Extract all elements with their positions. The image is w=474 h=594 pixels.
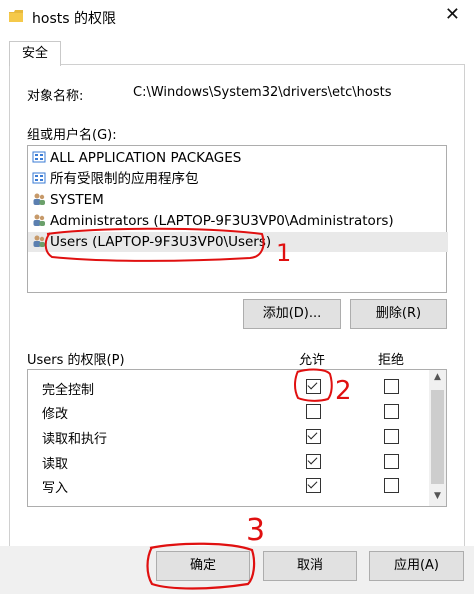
app-package-icon <box>32 151 46 163</box>
deny-checkbox-modify[interactable] <box>384 404 399 419</box>
allow-checkbox-read[interactable] <box>306 454 321 469</box>
allow-checkbox-write[interactable] <box>306 478 321 493</box>
cancel-button[interactable]: 取消 <box>263 551 357 581</box>
allow-checkbox-full-control[interactable] <box>306 379 321 394</box>
add-button[interactable]: 添加(D)... <box>243 299 341 329</box>
permission-name: 修改 <box>42 407 69 422</box>
tab-security[interactable]: 安全 <box>9 41 61 66</box>
permission-name: 读取 <box>42 457 69 472</box>
list-item-label: 所有受限制的应用程序包 <box>50 171 199 187</box>
list-item[interactable]: Administrators (LAPTOP-9F3U3VP0\Administ… <box>32 211 394 231</box>
users-icon <box>33 214 45 226</box>
object-name-label: 对象名称: <box>27 89 84 104</box>
allow-checkbox-modify[interactable] <box>306 404 321 419</box>
folder-icon <box>9 10 23 22</box>
scroll-down-icon[interactable]: ▼ <box>429 491 446 501</box>
permission-name: 写入 <box>42 481 69 496</box>
deny-checkbox-full-control[interactable] <box>384 379 399 394</box>
list-item-label: Users (LAPTOP-9F3U3VP0\Users) <box>50 234 272 250</box>
users-icon <box>33 193 45 205</box>
groups-label: 组或用户名(G): <box>27 128 117 143</box>
permission-name: 读取和执行 <box>42 432 108 447</box>
list-item[interactable]: SYSTEM <box>32 190 104 210</box>
allow-checkbox-read-execute[interactable] <box>306 429 321 444</box>
ok-button[interactable]: 确定 <box>156 551 250 581</box>
groups-list[interactable]: ALL APPLICATION PACKAGES 所有受限制的应用程序包 SYS… <box>27 145 448 293</box>
permissions-scrollbar[interactable]: ▲ ▼ <box>429 370 446 506</box>
allow-header: 允许 <box>299 353 326 368</box>
close-icon[interactable]: ✕ <box>445 4 460 25</box>
window-title: hosts 的权限 <box>32 11 116 27</box>
permission-name: 完全控制 <box>42 383 95 398</box>
scrollbar-thumb[interactable] <box>431 390 444 484</box>
list-item[interactable]: ALL APPLICATION PACKAGES <box>32 148 241 168</box>
scroll-up-icon[interactable]: ▲ <box>429 372 446 382</box>
app-package-icon <box>32 172 46 184</box>
users-icon <box>33 235 45 247</box>
list-item[interactable]: 所有受限制的应用程序包 <box>32 169 199 189</box>
deny-header: 拒绝 <box>378 353 405 368</box>
permissions-label: Users 的权限(P) <box>27 353 125 368</box>
deny-checkbox-write[interactable] <box>384 478 399 493</box>
apply-button[interactable]: 应用(A) <box>369 551 464 581</box>
permissions-list: 完全控制 修改 读取和执行 读取 写入 ▲ ▼ <box>27 369 447 507</box>
list-item-label: SYSTEM <box>50 192 104 208</box>
deny-checkbox-read[interactable] <box>384 454 399 469</box>
deny-checkbox-read-execute[interactable] <box>384 429 399 444</box>
list-item-selected[interactable]: Users (LAPTOP-9F3U3VP0\Users) <box>28 232 448 252</box>
object-name-value: C:\Windows\System32\drivers\etc\hosts <box>133 85 392 100</box>
remove-button[interactable]: 删除(R) <box>350 299 447 329</box>
list-item-label: Administrators (LAPTOP-9F3U3VP0\Administ… <box>50 213 394 229</box>
list-item-label: ALL APPLICATION PACKAGES <box>50 150 242 166</box>
